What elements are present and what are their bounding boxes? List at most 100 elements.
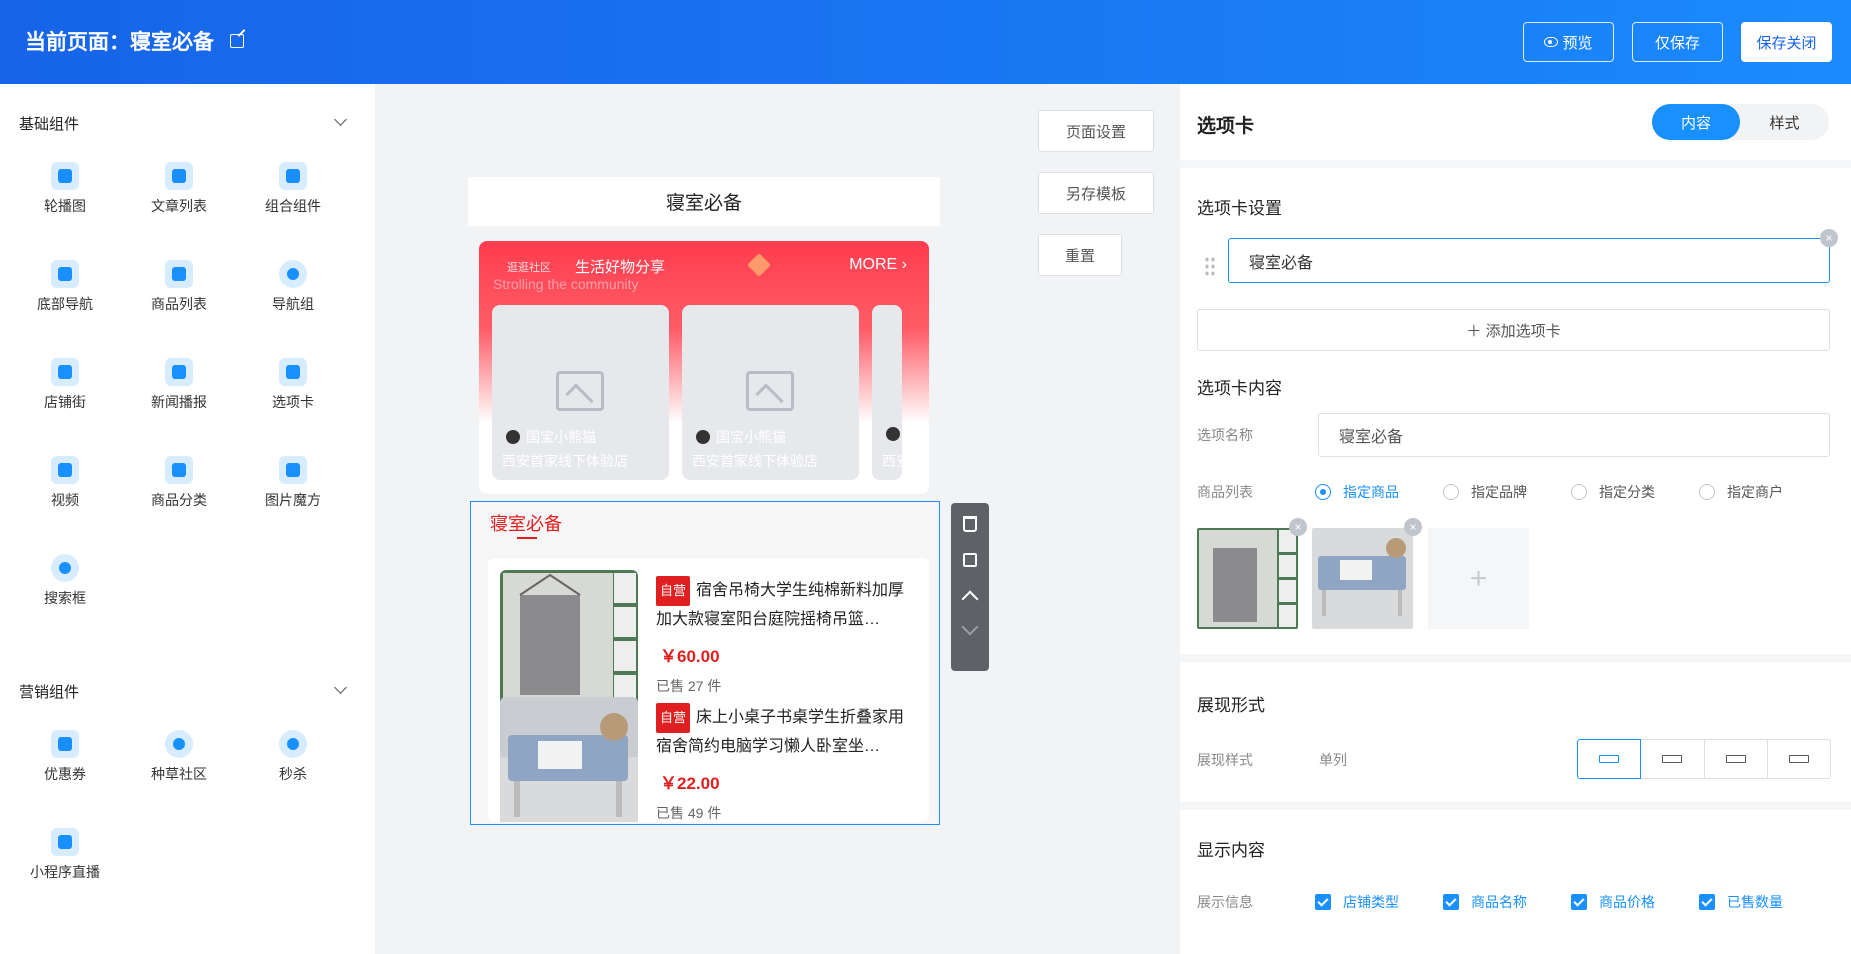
comp-label: 商品列表	[151, 296, 207, 312]
comp-image-cube[interactable]: 图片魔方	[238, 456, 348, 526]
remove-tab-icon[interactable]: ×	[1820, 229, 1838, 247]
move-down-icon[interactable]	[961, 618, 979, 636]
comp-flash-sale[interactable]: 秒杀	[238, 730, 348, 800]
check-store-type[interactable]: 店铺类型	[1315, 892, 1399, 912]
goods-item[interactable]: 自营 宿舍吊椅大学生纯棉新料加厚加大款寝室阳台庭院摇椅吊篮… ￥60.00 已售 …	[500, 570, 920, 710]
bottom-nav-icon	[51, 260, 79, 288]
comp-label: 文章列表	[151, 198, 207, 214]
comp-coupon[interactable]: 优惠券	[10, 730, 120, 800]
save-only-button[interactable]: 仅保存	[1632, 22, 1723, 62]
chevron-down-icon[interactable]	[334, 113, 347, 126]
move-up-icon[interactable]	[961, 590, 979, 608]
radio-specified-goods[interactable]: 指定商品	[1315, 482, 1399, 502]
comp-label: 组合组件	[265, 198, 321, 214]
divider	[1180, 160, 1851, 168]
add-goods-button[interactable]: +	[1428, 528, 1529, 629]
card-user-name: 国宝小熊猫	[716, 429, 786, 445]
comp-search[interactable]: 搜索框	[10, 554, 120, 624]
comp-store-street[interactable]: 店铺街	[10, 358, 120, 428]
image-cube-icon	[279, 456, 307, 484]
community-card[interactable]: 国宝小熊猫 西安首家线下体验店	[492, 305, 669, 480]
goods-image	[500, 697, 638, 822]
page-settings-button[interactable]: 页面设置	[1038, 110, 1154, 152]
comp-bottom-nav[interactable]: 底部导航	[10, 260, 120, 330]
radio-specified-category[interactable]: 指定分类	[1571, 482, 1655, 502]
comp-category[interactable]: 商品分类	[124, 456, 234, 526]
radio-circle	[1571, 484, 1587, 500]
self-operated-tag: 自营	[656, 576, 691, 606]
tab-name-input[interactable]: 寝室必备	[1228, 238, 1830, 283]
preview-button[interactable]: 预览	[1523, 22, 1614, 62]
tab-content[interactable]: 内容	[1652, 104, 1740, 140]
comp-news[interactable]: 新闻播报	[124, 358, 234, 428]
card-store: 西安首家线下体验店	[502, 453, 628, 469]
tab-component-selected[interactable]: 寝室必备 自营 宿舍吊椅大学生纯棉新料加厚加大款寝室阳台庭院摇椅吊篮… ￥60.…	[470, 501, 940, 825]
community-card[interactable]: 国宝小熊猫 西安首家线下体验店	[682, 305, 859, 480]
layout-big-image[interactable]	[1767, 739, 1831, 779]
comp-label: 图片魔方	[265, 492, 321, 508]
check-sold-count[interactable]: 已售数量	[1699, 892, 1783, 912]
comp-label: 商品分类	[151, 492, 207, 508]
check-goods-price[interactable]: 商品价格	[1571, 892, 1655, 912]
goods-item[interactable]: 自营 床上小桌子书桌学生折叠家用宿舍简约电脑学习懒人卧室坐… ￥22.00 已售 …	[500, 697, 920, 822]
add-tab-button[interactable]: ＋ 添加选项卡	[1197, 309, 1830, 351]
chevron-down-icon[interactable]	[334, 681, 347, 694]
live-camera-icon	[51, 828, 79, 856]
drag-handle-icon[interactable]	[1204, 256, 1216, 278]
sparkle-icon	[747, 253, 771, 277]
comp-tab[interactable]: 选项卡	[238, 358, 348, 428]
comp-label: 选项卡	[272, 394, 314, 410]
more-link[interactable]: MORE ›	[849, 256, 907, 274]
remove-goods-icon[interactable]: ×	[1404, 518, 1422, 536]
component-sidebar: 基础组件 轮播图 文章列表 组合组件 底部导航 商品列表 导航组 店铺街 新闻播…	[0, 84, 375, 954]
save-template-button[interactable]: 另存模板	[1038, 172, 1154, 214]
reset-button[interactable]: 重置	[1038, 234, 1122, 276]
tab-style[interactable]: 样式	[1740, 104, 1829, 140]
delete-icon[interactable]	[963, 516, 977, 532]
comp-article-list[interactable]: 文章列表	[124, 162, 234, 232]
goods-name: 自营 床上小桌子书桌学生折叠家用宿舍简约电脑学习懒人卧室坐…	[656, 703, 916, 759]
comp-carousel[interactable]: 轮播图	[10, 162, 120, 232]
option-name-input[interactable]: 寝室必备	[1318, 413, 1830, 457]
comp-nav-group[interactable]: 导航组	[238, 260, 348, 330]
check-label: 店铺类型	[1343, 894, 1399, 910]
save-close-button[interactable]: 保存关闭	[1741, 22, 1832, 62]
goods-price: ￥22.00	[660, 774, 720, 793]
selected-goods-thumb[interactable]	[1197, 528, 1298, 629]
settings-panel: 选项卡 内容 样式 选项卡设置 寝室必备 × ＋ 添加选项卡 选项卡内容 选项名…	[1180, 84, 1851, 954]
checkbox	[1699, 894, 1715, 910]
tab-name[interactable]: 寝室必备	[490, 510, 562, 536]
radio-circle	[1443, 484, 1459, 500]
layout-triple-column[interactable]	[1704, 739, 1768, 779]
copy-icon[interactable]	[963, 553, 977, 567]
comp-video[interactable]: 视频	[10, 456, 120, 526]
radio-specified-merchant[interactable]: 指定商户	[1699, 482, 1783, 502]
layout-big-icon	[1788, 755, 1809, 763]
goods-name-text: 宿舍吊椅大学生纯棉新料加厚加大款寝室阳台庭院摇椅吊篮…	[656, 582, 905, 628]
layout-options	[1577, 739, 1831, 779]
layout-double-column[interactable]	[1641, 739, 1705, 779]
comp-label: 新闻播报	[151, 394, 207, 410]
comp-live[interactable]: 小程序直播	[10, 828, 120, 898]
combo-icon	[279, 162, 307, 190]
option-name-label: 选项名称	[1197, 427, 1253, 443]
selected-goods-thumb[interactable]	[1312, 528, 1413, 629]
goods-name: 自营 宿舍吊椅大学生纯棉新料加厚加大款寝室阳台庭院摇椅吊篮…	[656, 576, 916, 632]
flash-sale-icon	[279, 730, 307, 758]
layout-single-column[interactable]	[1577, 739, 1642, 779]
eye-icon	[1544, 37, 1559, 47]
community-subheading: Strolling the community	[493, 276, 639, 292]
comp-community[interactable]: 种草社区	[124, 730, 234, 800]
community-card[interactable]: 西安	[872, 305, 902, 480]
comp-goods-list[interactable]: 商品列表	[124, 260, 234, 330]
radio-specified-brand[interactable]: 指定品牌	[1443, 482, 1527, 502]
radio-label: 指定商品	[1343, 484, 1399, 500]
check-goods-name[interactable]: 商品名称	[1443, 892, 1527, 912]
remove-goods-icon[interactable]: ×	[1289, 518, 1307, 536]
comp-combo[interactable]: 组合组件	[238, 162, 348, 232]
page-title: 当前页面：寝室必备	[25, 26, 244, 56]
edit-icon[interactable]	[230, 34, 244, 48]
card-user-name: 国宝小熊猫	[526, 429, 596, 445]
community-block[interactable]: 逛逛社区 生活好物分享 Strolling the community MORE…	[479, 241, 929, 494]
heart-icon	[165, 730, 193, 758]
